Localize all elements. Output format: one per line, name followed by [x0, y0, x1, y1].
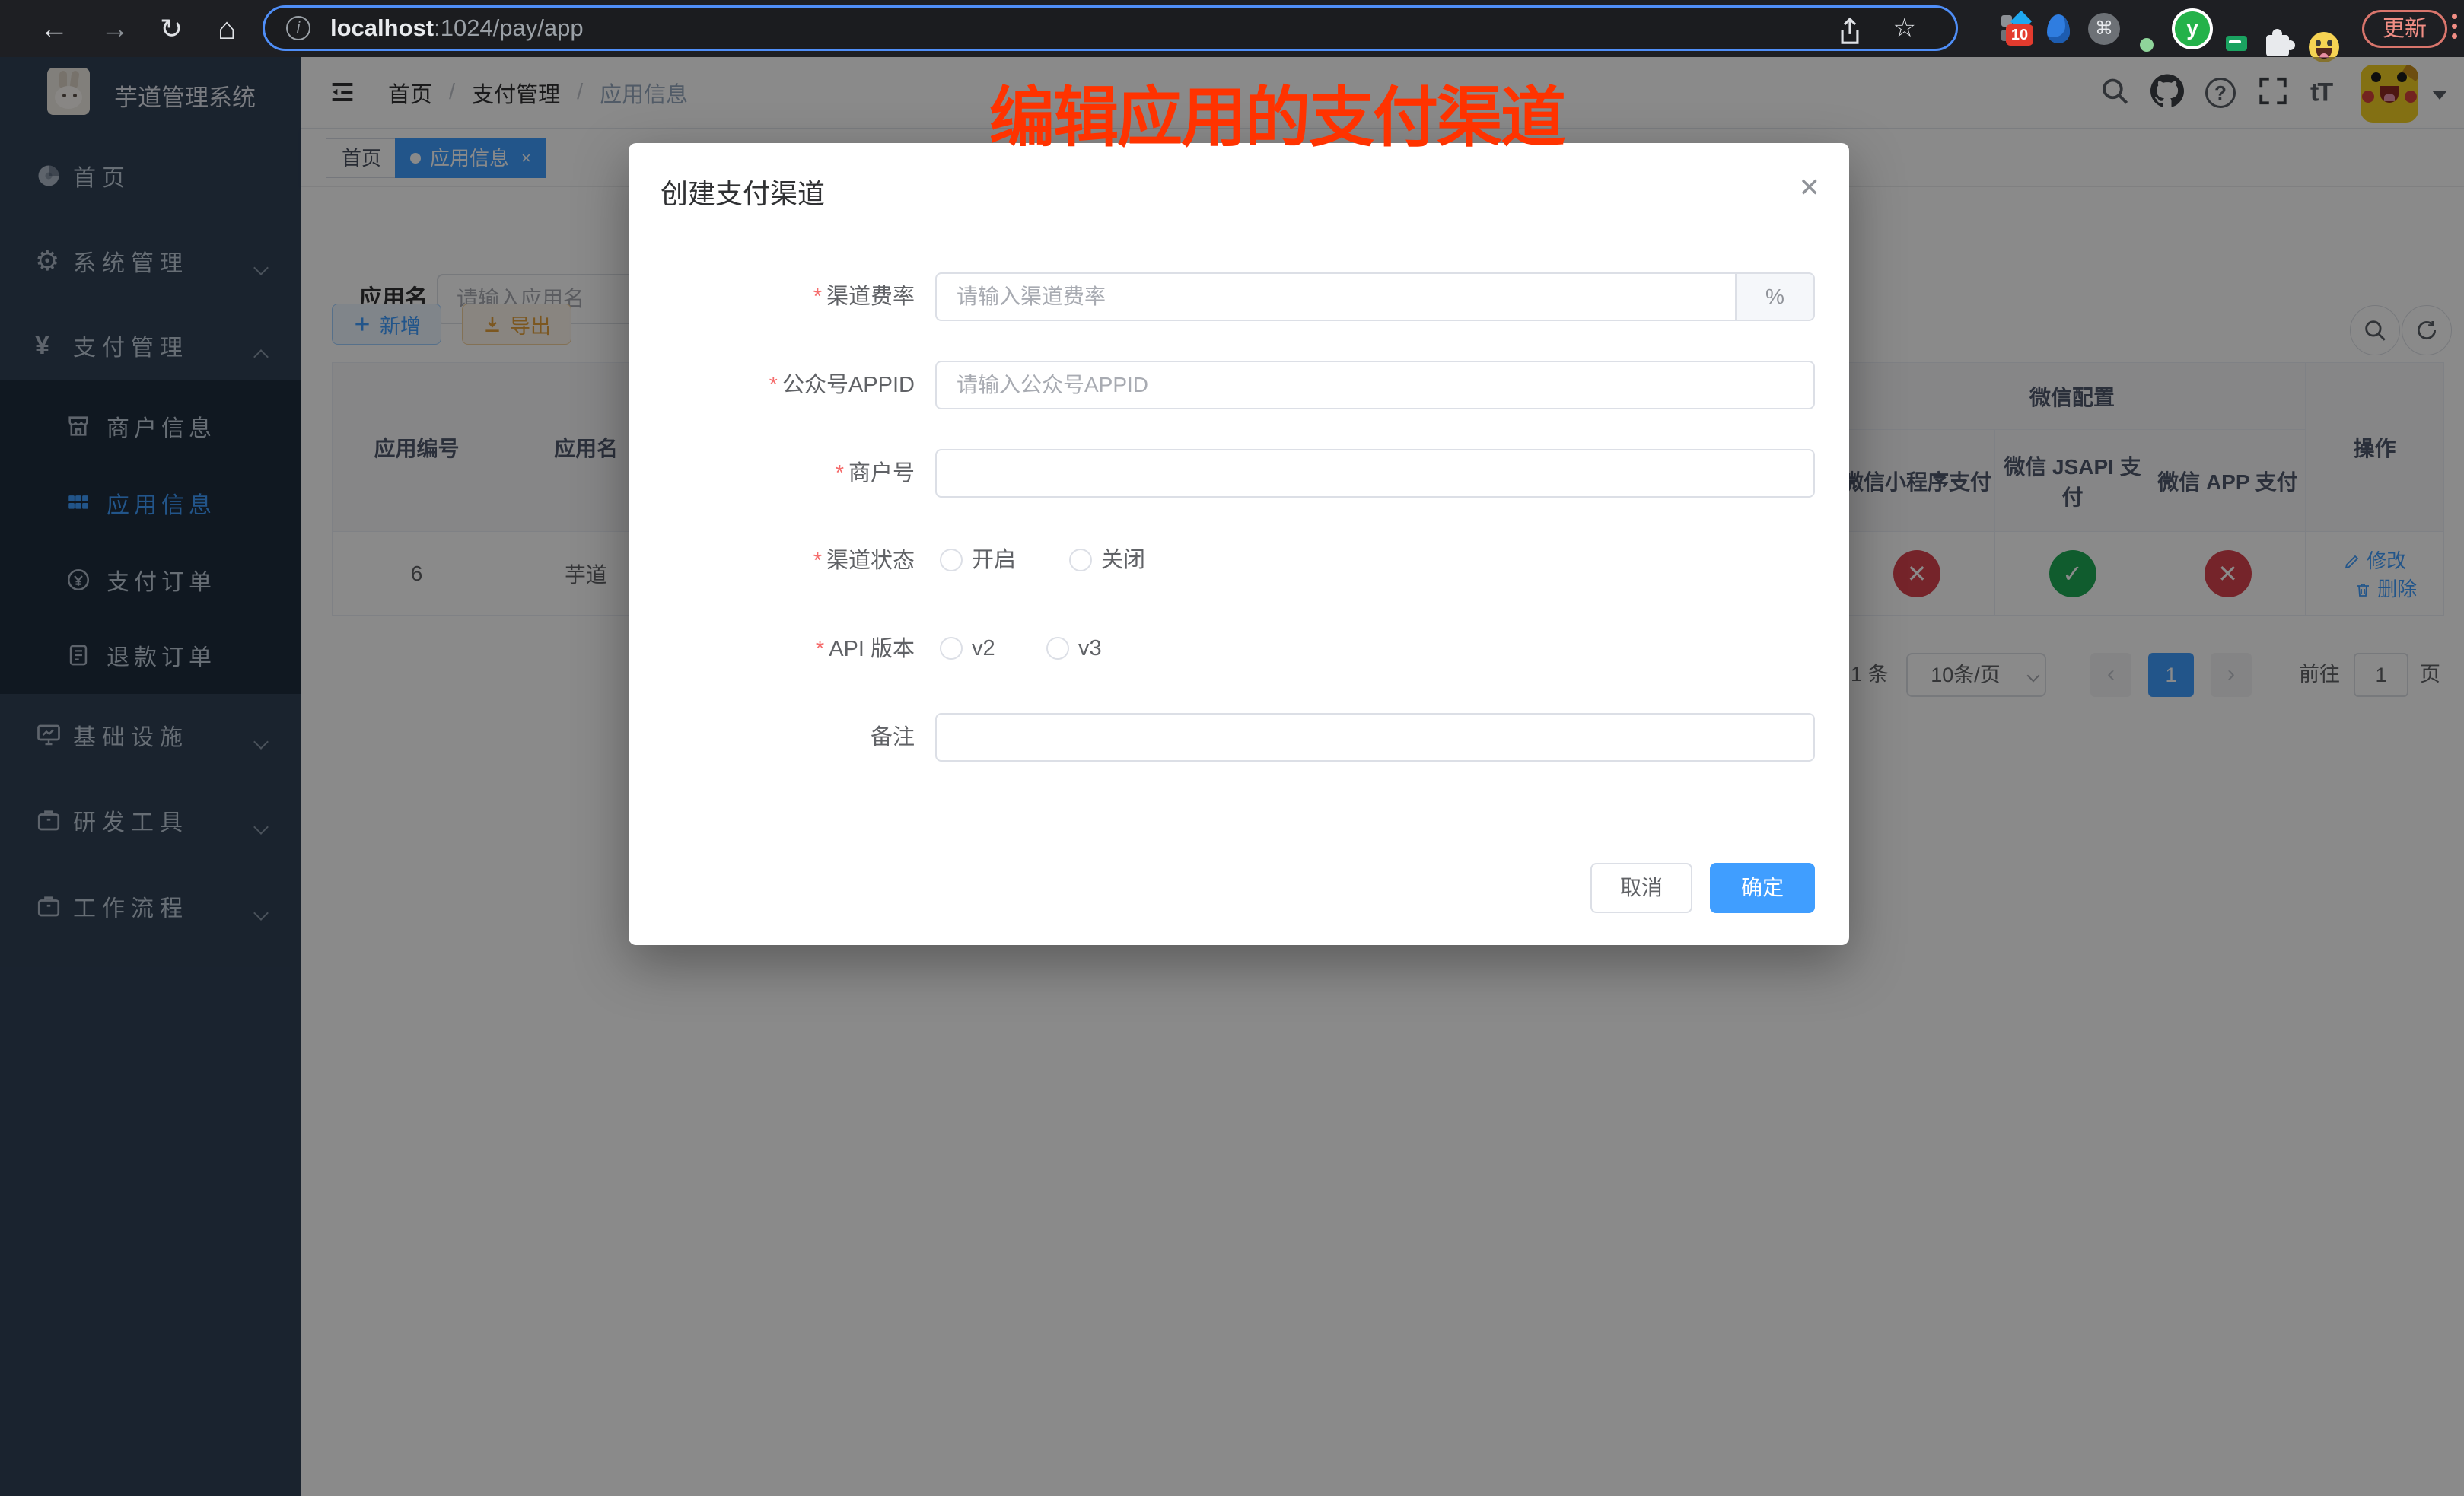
- browser-toolbar: ← → ↻ ⌂ i localhost:1024/pay/app ☆ 10 ⌘ …: [0, 0, 2464, 57]
- browser-back-icon[interactable]: ←: [40, 14, 68, 43]
- browser-update-button[interactable]: 更新: [2362, 10, 2447, 48]
- browser-forward-icon[interactable]: →: [100, 14, 129, 43]
- status-on-radio[interactable]: [940, 549, 963, 571]
- status-off-radio[interactable]: [1069, 549, 1092, 571]
- status-label-text: 渠道状态: [826, 549, 915, 573]
- extension-balloon-icon[interactable]: [2047, 14, 2070, 43]
- dialog-close-icon[interactable]: ✕: [1799, 175, 1821, 201]
- api-v3-label[interactable]: v3: [1078, 636, 1102, 660]
- browser-menu-icon[interactable]: [2452, 14, 2458, 43]
- rate-percent-suffix: %: [1737, 272, 1815, 321]
- url-host: localhost: [330, 14, 434, 41]
- mch-label-text: 商户号: [848, 461, 915, 485]
- status-off-label[interactable]: 关闭: [1101, 548, 1145, 572]
- api-version-label-text: API 版本: [829, 637, 915, 661]
- remark-label: 备注: [629, 713, 915, 762]
- appid-label: *公众号APPID: [629, 361, 915, 409]
- rate-label: *渠道费率: [629, 272, 915, 321]
- browser-home-icon[interactable]: ⌂: [218, 14, 236, 44]
- dialog-title: 创建支付渠道: [661, 172, 825, 212]
- remark-label-text: 备注: [871, 725, 915, 750]
- remark-input[interactable]: [935, 713, 1815, 762]
- required-mark: *: [816, 637, 824, 661]
- url-text[interactable]: localhost:1024/pay/app: [330, 8, 584, 49]
- mch-label: *商户号: [629, 449, 915, 498]
- extension-y-icon[interactable]: y: [2175, 11, 2210, 46]
- api-version-label: *API 版本: [629, 625, 915, 673]
- mch-input[interactable]: [935, 449, 1815, 498]
- site-info-icon[interactable]: i: [286, 16, 310, 40]
- api-v2-radio[interactable]: [940, 637, 963, 660]
- status-on-label[interactable]: 开启: [972, 548, 1016, 572]
- bookmark-star-icon[interactable]: ☆: [1893, 9, 1916, 47]
- rate-input[interactable]: [935, 272, 1737, 321]
- cancel-button[interactable]: 取消: [1590, 863, 1692, 913]
- create-channel-dialog: 创建支付渠道 ✕ *渠道费率 % *公众号APPID *商户号 *渠道状态 开启…: [629, 143, 1849, 945]
- appid-label-text: 公众号APPID: [782, 373, 915, 397]
- screen: ← → ↻ ⌂ i localhost:1024/pay/app ☆ 10 ⌘ …: [0, 0, 2464, 1496]
- url-path: :1024/pay/app: [434, 14, 584, 41]
- extension-tag-manager-icon[interactable]: 10: [2000, 12, 2033, 46]
- rate-label-text: 渠道费率: [826, 285, 915, 309]
- share-icon[interactable]: [1837, 17, 1863, 51]
- extension-command-icon[interactable]: ⌘: [2088, 13, 2120, 45]
- address-bar[interactable]: i localhost:1024/pay/app ☆: [263, 5, 1958, 51]
- confirm-button[interactable]: 确定: [1710, 863, 1815, 913]
- required-mark: *: [813, 549, 822, 573]
- appid-input[interactable]: [935, 361, 1815, 409]
- annotation-text: 编辑应用的支付渠道: [989, 64, 1565, 159]
- api-v2-label[interactable]: v2: [972, 636, 995, 660]
- required-mark: *: [836, 461, 844, 485]
- required-mark: *: [813, 285, 822, 309]
- api-v3-radio[interactable]: [1046, 637, 1069, 660]
- status-label: *渠道状态: [629, 536, 915, 585]
- browser-reload-icon[interactable]: ↻: [160, 15, 183, 43]
- extension-badge: 10: [2006, 24, 2033, 46]
- required-mark: *: [769, 373, 778, 397]
